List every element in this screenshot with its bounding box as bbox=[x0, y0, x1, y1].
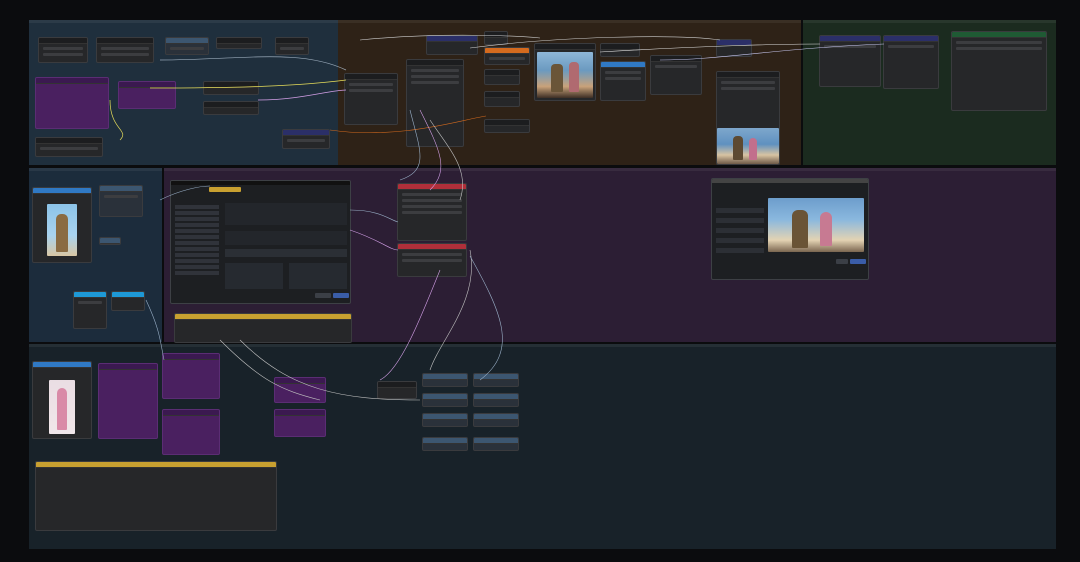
node[interactable] bbox=[162, 409, 220, 455]
node[interactable] bbox=[473, 393, 519, 407]
node[interactable] bbox=[422, 437, 468, 451]
list-item[interactable] bbox=[716, 208, 764, 213]
action-button[interactable] bbox=[315, 293, 331, 298]
list-item[interactable] bbox=[175, 229, 219, 233]
group-green-top-right[interactable] bbox=[803, 20, 1056, 165]
node[interactable] bbox=[600, 43, 640, 57]
node[interactable] bbox=[473, 437, 519, 451]
list-item[interactable] bbox=[175, 265, 219, 269]
node[interactable] bbox=[96, 37, 154, 63]
node[interactable] bbox=[282, 129, 330, 149]
list-item[interactable] bbox=[175, 247, 219, 251]
group-purple-middle[interactable] bbox=[164, 168, 1056, 343]
node[interactable] bbox=[99, 185, 143, 217]
node[interactable] bbox=[397, 243, 467, 277]
node[interactable] bbox=[38, 37, 88, 63]
node[interactable] bbox=[484, 91, 520, 107]
list-item[interactable] bbox=[175, 271, 219, 275]
list-item[interactable] bbox=[175, 235, 219, 239]
input-image bbox=[47, 204, 77, 256]
workflow-canvas[interactable] bbox=[0, 0, 1080, 562]
node[interactable] bbox=[484, 31, 508, 45]
node[interactable] bbox=[422, 393, 468, 407]
list-item[interactable] bbox=[175, 211, 219, 215]
group-brown-top-center[interactable] bbox=[338, 20, 801, 165]
node[interactable] bbox=[275, 37, 309, 55]
node[interactable] bbox=[111, 291, 145, 311]
list-item[interactable] bbox=[175, 259, 219, 263]
list-item[interactable] bbox=[175, 205, 219, 209]
action-button[interactable] bbox=[836, 259, 848, 264]
node[interactable] bbox=[73, 291, 107, 329]
node[interactable] bbox=[484, 69, 520, 85]
input-image bbox=[49, 380, 75, 434]
list-item[interactable] bbox=[175, 241, 219, 245]
node[interactable] bbox=[203, 81, 259, 95]
node[interactable] bbox=[473, 413, 519, 427]
node[interactable] bbox=[650, 55, 702, 95]
group-blue-top-left[interactable] bbox=[29, 20, 338, 165]
node[interactable] bbox=[162, 353, 220, 399]
list-item[interactable] bbox=[716, 218, 764, 223]
node[interactable] bbox=[426, 35, 478, 55]
list-item[interactable] bbox=[175, 223, 219, 227]
node[interactable] bbox=[203, 101, 259, 115]
node[interactable] bbox=[35, 77, 109, 129]
node[interactable] bbox=[274, 409, 326, 437]
node[interactable] bbox=[35, 137, 103, 157]
node[interactable] bbox=[716, 39, 752, 57]
preview-image bbox=[768, 198, 864, 252]
node[interactable] bbox=[484, 119, 530, 133]
node[interactable] bbox=[484, 47, 530, 65]
output-image bbox=[717, 128, 779, 164]
node[interactable] bbox=[819, 35, 881, 87]
node[interactable] bbox=[118, 81, 176, 109]
node[interactable] bbox=[534, 43, 596, 101]
action-button[interactable] bbox=[850, 259, 866, 264]
node[interactable] bbox=[377, 381, 417, 399]
settings-panel[interactable] bbox=[170, 180, 351, 304]
tab-button[interactable] bbox=[209, 187, 241, 192]
list-item[interactable] bbox=[175, 217, 219, 221]
node[interactable] bbox=[344, 73, 398, 125]
node[interactable] bbox=[32, 361, 92, 439]
output-image bbox=[537, 52, 593, 98]
node[interactable] bbox=[397, 183, 467, 241]
node[interactable] bbox=[883, 35, 939, 89]
preview-panel[interactable] bbox=[711, 178, 869, 280]
node[interactable] bbox=[32, 187, 92, 263]
node[interactable] bbox=[165, 37, 209, 55]
node[interactable] bbox=[274, 377, 326, 403]
node[interactable] bbox=[406, 59, 464, 147]
node[interactable] bbox=[422, 413, 468, 427]
node[interactable] bbox=[473, 373, 519, 387]
action-button[interactable] bbox=[333, 293, 349, 298]
node[interactable] bbox=[951, 31, 1047, 111]
node[interactable] bbox=[98, 363, 158, 439]
list-item[interactable] bbox=[716, 238, 764, 243]
group-navy-middle-left[interactable] bbox=[29, 168, 162, 342]
node[interactable] bbox=[35, 461, 277, 531]
node[interactable] bbox=[216, 37, 262, 49]
node[interactable] bbox=[716, 71, 780, 165]
node[interactable] bbox=[422, 373, 468, 387]
node[interactable] bbox=[174, 313, 352, 343]
node[interactable] bbox=[600, 61, 646, 101]
group-slate-bottom[interactable] bbox=[29, 344, 1056, 549]
list-item[interactable] bbox=[716, 248, 764, 253]
node[interactable] bbox=[99, 237, 121, 245]
list-item[interactable] bbox=[716, 228, 764, 233]
list-item[interactable] bbox=[175, 253, 219, 257]
